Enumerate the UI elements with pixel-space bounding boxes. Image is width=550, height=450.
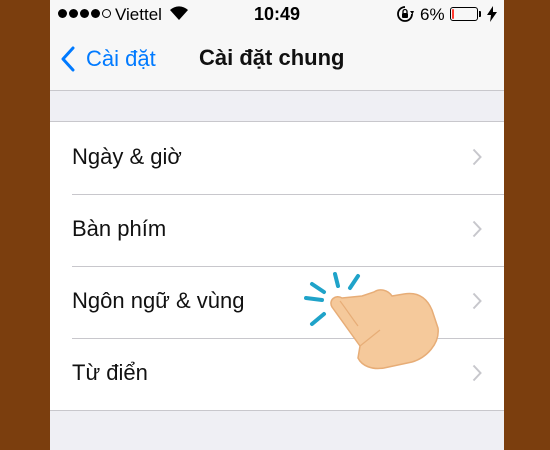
status-time: 10:49 — [254, 4, 301, 24]
back-button[interactable]: Cài đặt — [60, 44, 156, 74]
list-item-label: Ngày & giờ — [72, 144, 182, 169]
list-item-label: Bàn phím — [72, 216, 167, 241]
chevron-right-icon — [472, 292, 482, 310]
chevron-right-icon — [472, 148, 482, 166]
status-bar: Viettel 10:49 6% — [50, 0, 504, 30]
navigation-bar: Cài đặt Cài đặt chung — [50, 30, 504, 91]
battery-level — [452, 9, 454, 19]
back-button-label: Cài đặt — [86, 46, 156, 71]
charging-bolt-icon — [487, 6, 497, 22]
list-item-label: Từ điển — [72, 360, 148, 385]
list-item-keyboard[interactable]: Bàn phím — [50, 194, 504, 266]
battery-icon — [450, 7, 478, 21]
rotation-lock-icon — [397, 6, 414, 22]
list-item-label: Ngôn ngữ & vùng — [72, 288, 245, 313]
carrier-name: Viettel — [115, 5, 162, 24]
battery-percent: 6% — [420, 5, 445, 24]
tap-hand-icon — [304, 272, 439, 370]
list-item-date-time[interactable]: Ngày & giờ — [50, 122, 504, 194]
phone-screen: Viettel 10:49 6% Cài đặt Cài đặt chung N… — [50, 0, 504, 450]
wifi-icon — [170, 6, 188, 20]
chevron-right-icon — [472, 220, 482, 238]
page-title: Cài đặt chung — [199, 45, 345, 70]
left-frame — [0, 0, 50, 450]
chevron-left-icon — [61, 46, 75, 72]
signal-strength-icon — [58, 9, 111, 18]
battery-tip — [479, 11, 481, 17]
chevron-right-icon — [472, 364, 482, 382]
right-frame — [504, 0, 550, 450]
